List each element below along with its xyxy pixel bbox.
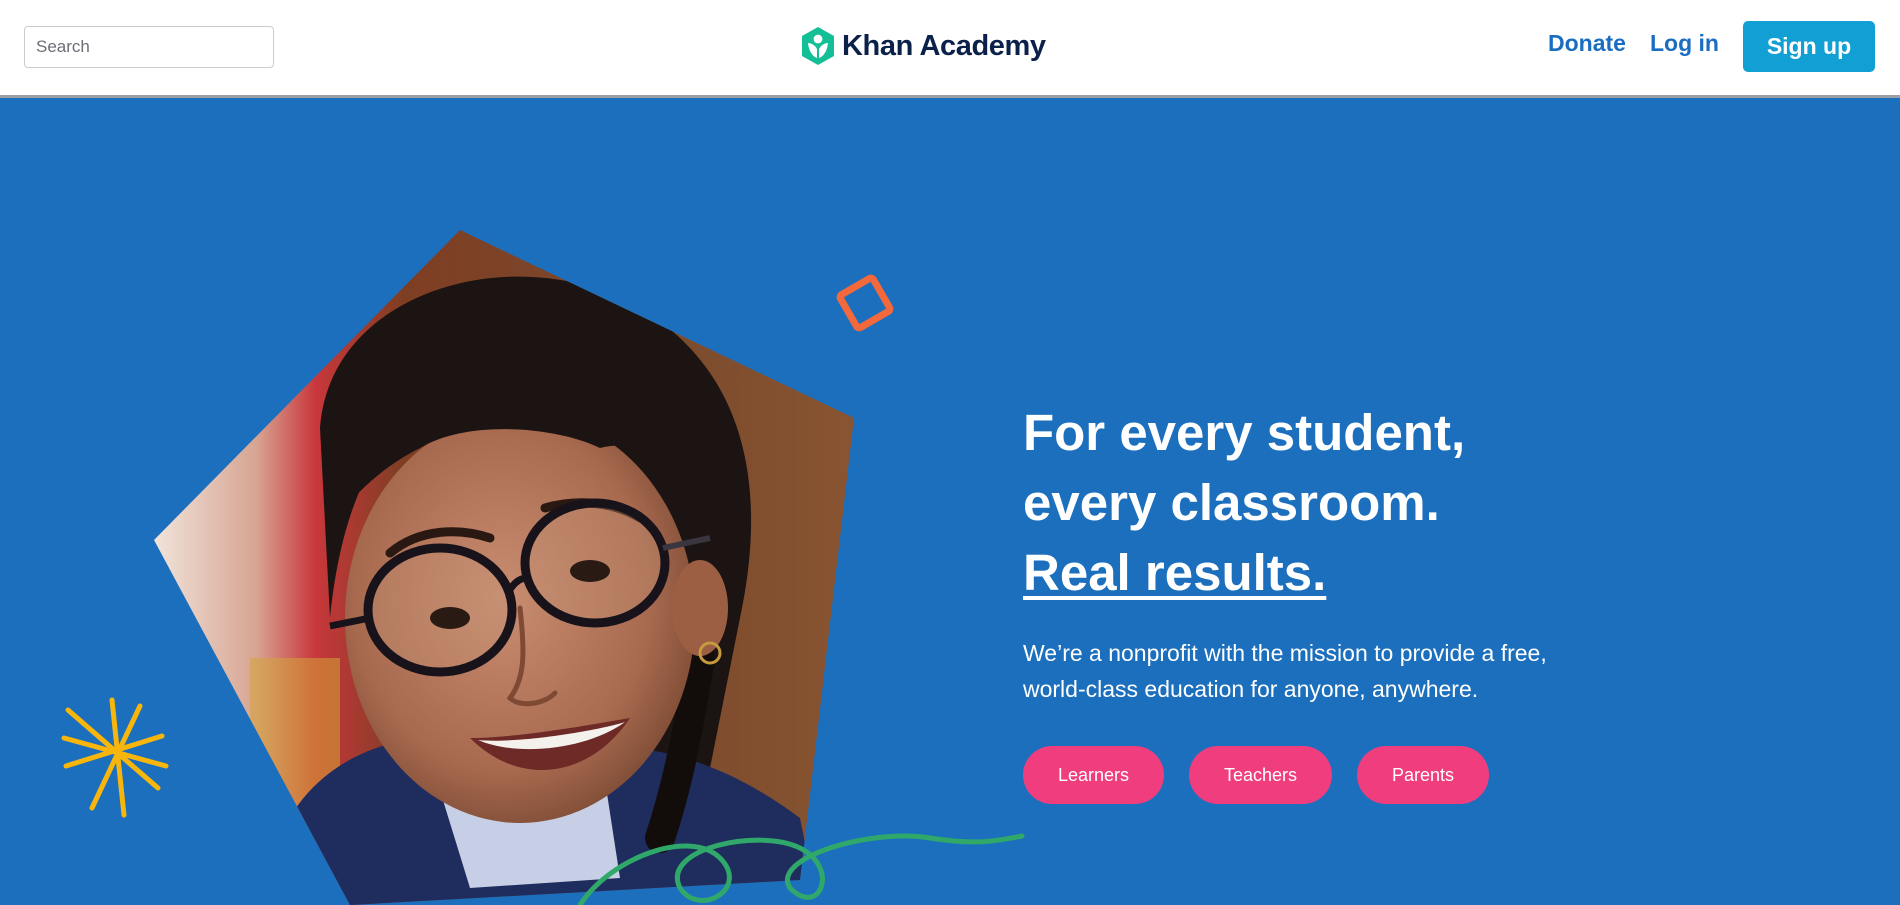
parents-button[interactable]: Parents	[1357, 746, 1489, 804]
orange-diamond-decoration	[836, 274, 894, 332]
student-photo	[154, 230, 854, 905]
teachers-button[interactable]: Teachers	[1189, 746, 1332, 804]
learners-button[interactable]: Learners	[1023, 746, 1164, 804]
hero-headline: For every student, every classroom. Real…	[1023, 398, 1723, 608]
mission-statement: We’re a nonprofit with the mission to pr…	[1023, 640, 1547, 702]
login-link[interactable]: Log in	[1650, 30, 1719, 57]
khan-academy-logo[interactable]: Khan Academy	[800, 24, 1046, 68]
signup-button[interactable]: Sign up	[1743, 21, 1875, 72]
headline-line-1: For every student,	[1023, 404, 1466, 461]
hero-section: For every student, every classroom. Real…	[0, 98, 1900, 905]
headline-line-2: every classroom.	[1023, 474, 1440, 531]
top-header: Khan Academy Donate Log in Sign up	[0, 0, 1900, 98]
search-input[interactable]	[24, 26, 274, 68]
donate-link[interactable]: Donate	[1548, 30, 1626, 57]
logo-text: Khan Academy	[842, 29, 1046, 62]
yellow-star-decoration	[61, 697, 169, 818]
hero-illustration	[61, 230, 1025, 905]
headline-line-3: Real results.	[1023, 544, 1327, 601]
khan-academy-leaf-icon	[802, 27, 834, 65]
